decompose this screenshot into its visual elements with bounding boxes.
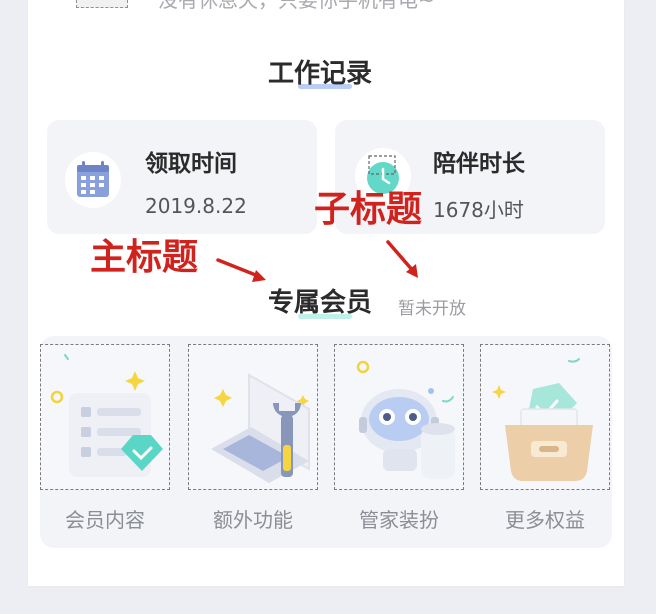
member-tile-label: 更多权益 [505, 508, 585, 532]
stat-value: 1678小时 [433, 198, 524, 222]
member-tile-content[interactable] [40, 344, 170, 490]
annotation-arrow-main [216, 258, 266, 282]
stat-label: 领取时间 [145, 151, 237, 177]
laptop-wrench-icon [211, 373, 310, 483]
annotation-main-title: 主标题 [90, 237, 199, 278]
member-tile-butler-outfit[interactable] [334, 344, 464, 490]
member-tile-label: 管家装扮 [359, 508, 439, 532]
member-content-icon [50, 354, 163, 477]
stat-label: 陪伴时长 [433, 151, 525, 177]
intro-text: 没有休息天，只要你手机有电~ [158, 0, 435, 12]
member-tile-extra-features[interactable] [188, 344, 318, 490]
member-tile-more-benefits[interactable] [480, 344, 610, 490]
status-badge: 暂未开放 [398, 299, 466, 319]
calendar-icon [65, 152, 121, 208]
work-record-title: 工作记录 [268, 59, 373, 89]
stat-card-claim-time[interactable]: 领取时间 2019.8.22 [47, 120, 317, 234]
annotation-arrow-sub [386, 240, 418, 278]
intro-row: 没有休息天，只要你手机有电~ [28, 0, 624, 16]
member-tile-label: 额外功能 [213, 508, 293, 532]
calendar-icon-svg [77, 161, 109, 197]
membership-title: 专属会员 [268, 288, 373, 318]
placeholder-image-icon [76, 0, 128, 8]
gift-box-icon [492, 358, 593, 481]
annotation-sub-title: 子标题 [314, 189, 423, 230]
stat-value: 2019.8.22 [145, 194, 247, 218]
profile-card: 没有休息天，只要你手机有电~ 工作记录 领取时间 2019.8.22 陪伴时长 … [28, 0, 624, 586]
member-tile-label: 会员内容 [65, 508, 145, 532]
membership-panel: 会员内容 额外功能 管家装扮 更多权益 [40, 336, 612, 548]
robot-icon [356, 360, 455, 479]
